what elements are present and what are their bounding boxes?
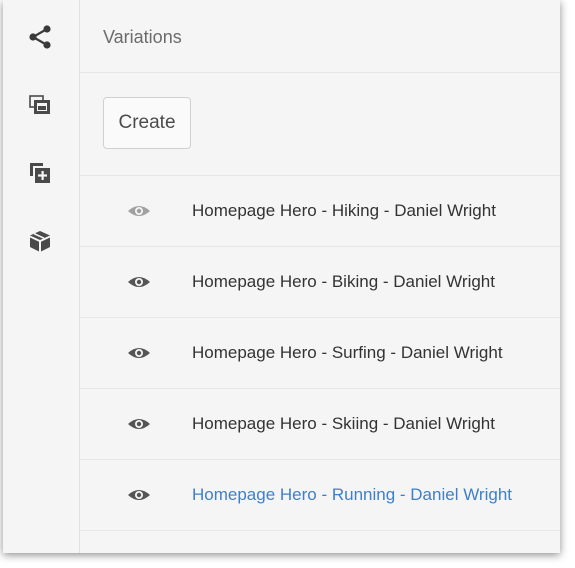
eye-icon[interactable]	[126, 345, 152, 361]
eye-icon[interactable]	[126, 203, 152, 219]
eye-icon[interactable]	[126, 274, 152, 290]
variation-row[interactable]: Homepage Hero - Surfing - Daniel Wright	[80, 318, 560, 389]
variation-row[interactable]: Homepage Hero - Hiking - Daniel Wright	[80, 176, 560, 247]
variation-row[interactable]: Homepage Hero - Skiing - Daniel Wright	[80, 389, 560, 460]
package-icon	[30, 231, 50, 252]
variation-row[interactable]: Homepage Hero - Biking - Daniel Wright	[80, 247, 560, 318]
create-button[interactable]: Create	[103, 97, 191, 149]
eye-icon[interactable]	[126, 487, 152, 503]
gallery-button[interactable]	[25, 90, 55, 120]
variation-name: Homepage Hero - Hiking - Daniel Wright	[192, 201, 496, 220]
share-icon	[29, 25, 51, 49]
variations-panel: Variations Create Homepage Hero - Hiking…	[80, 0, 560, 553]
add-collection-icon	[30, 163, 50, 183]
share-button[interactable]	[25, 22, 55, 52]
variation-list: Homepage Hero - Hiking - Daniel Wright H…	[80, 175, 560, 531]
panel-title: Variations	[103, 27, 182, 47]
add-collection-button[interactable]	[25, 158, 55, 188]
variation-name: Homepage Hero - Skiing - Daniel Wright	[192, 414, 495, 433]
variations-window: Variations Create Homepage Hero - Hiking…	[3, 0, 560, 553]
panel-header: Variations	[80, 0, 560, 73]
variation-name: Homepage Hero - Biking - Daniel Wright	[192, 272, 495, 291]
eye-icon[interactable]	[126, 416, 152, 432]
package-button[interactable]	[25, 226, 55, 256]
gallery-icon	[29, 95, 50, 114]
variation-name: Homepage Hero - Surfing - Daniel Wright	[192, 343, 503, 362]
variation-row-selected[interactable]: Homepage Hero - Running - Daniel Wright	[80, 460, 560, 531]
variation-name: Homepage Hero - Running - Daniel Wright	[192, 485, 513, 504]
side-rail	[3, 0, 80, 553]
